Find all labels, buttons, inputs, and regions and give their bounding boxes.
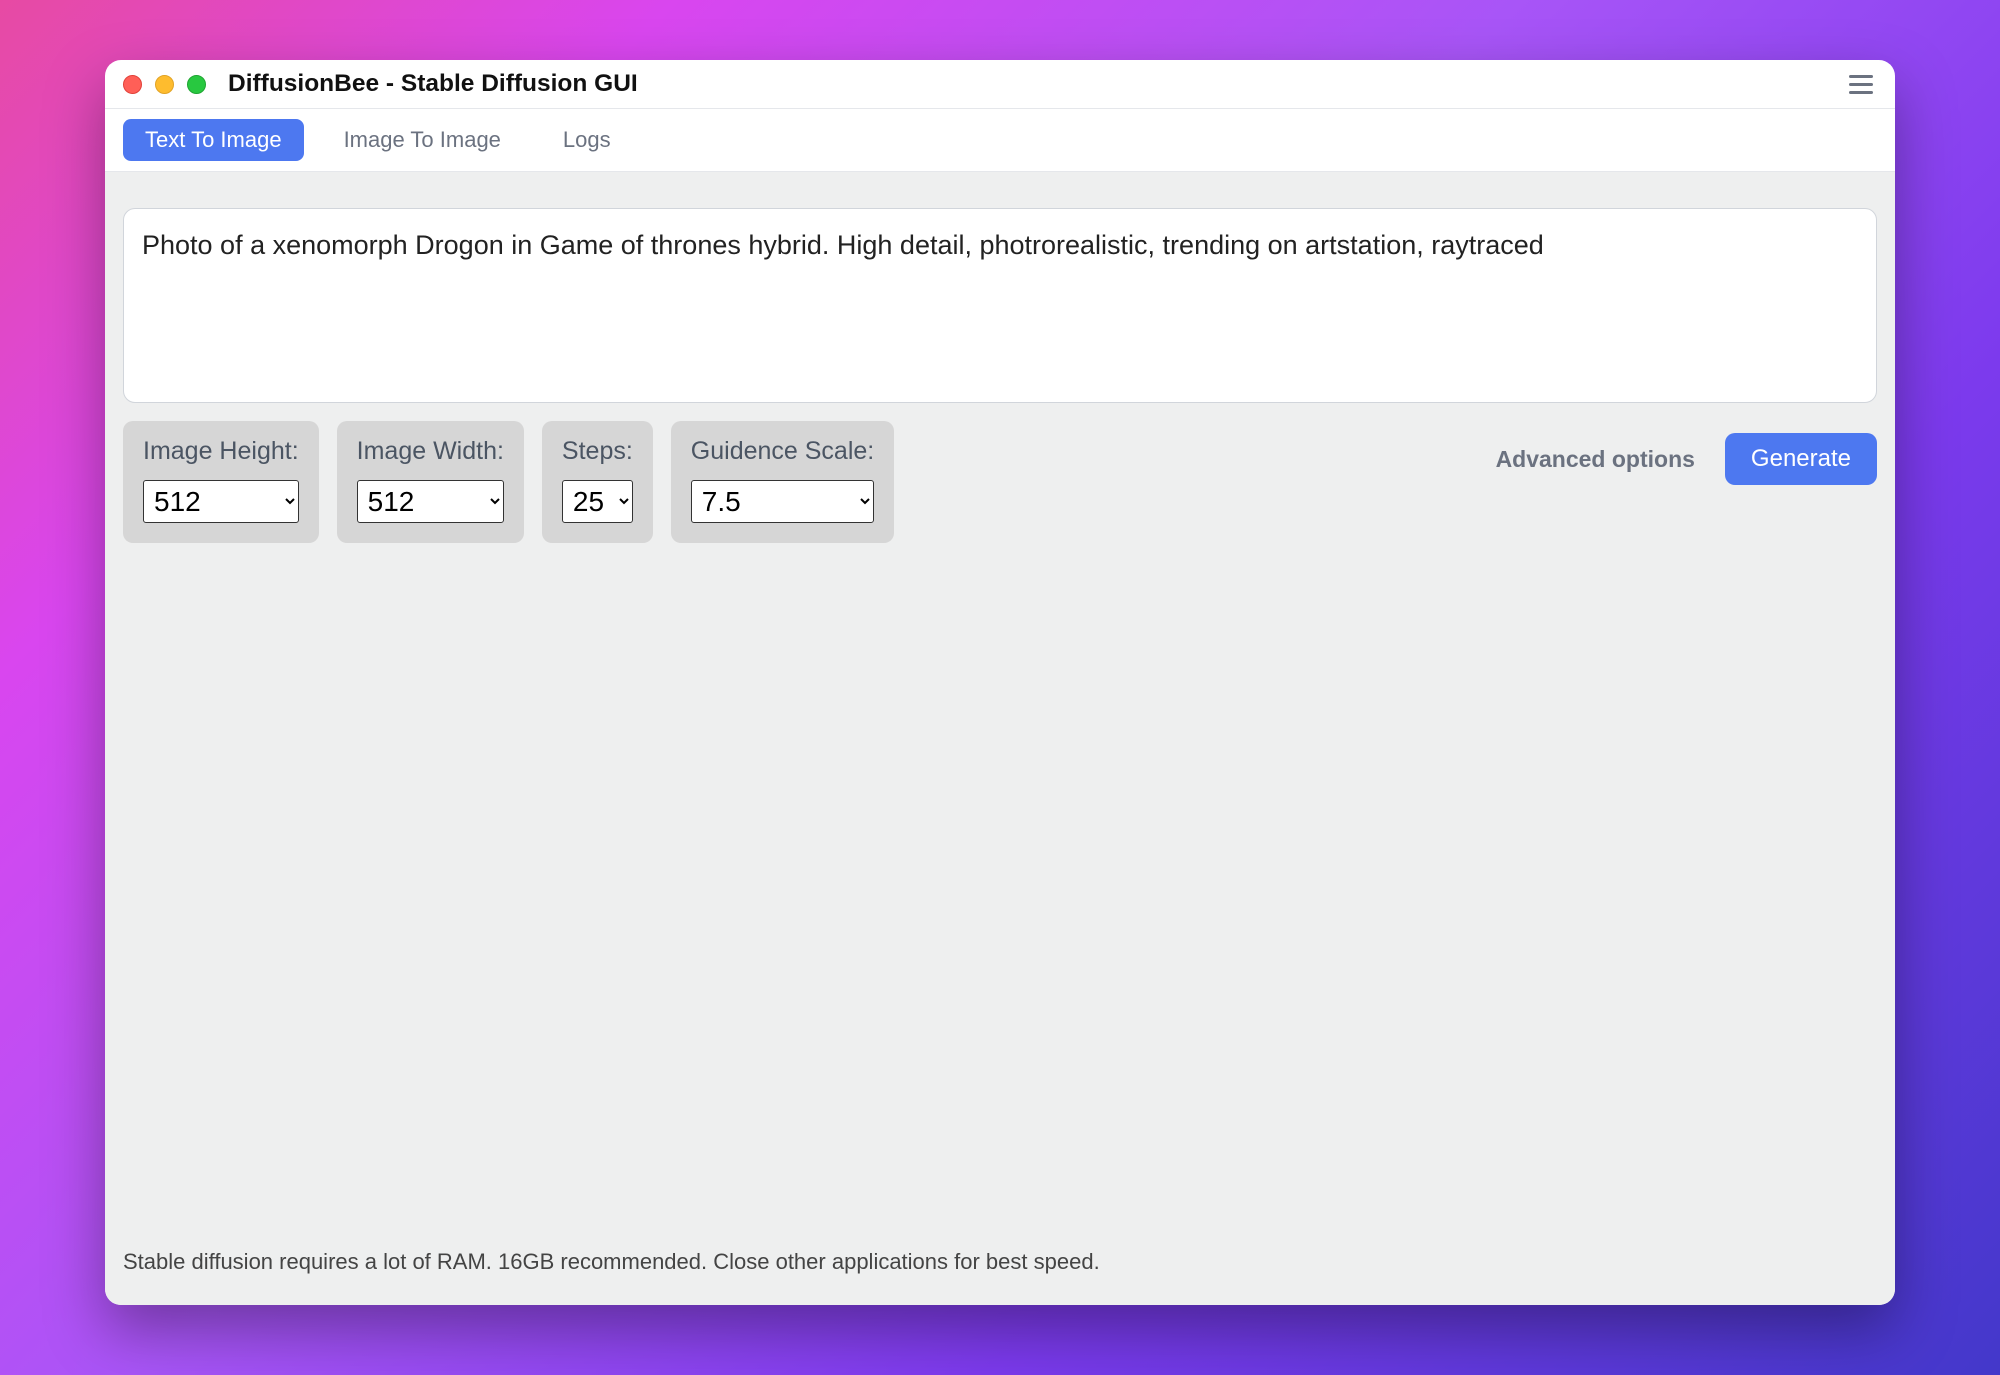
tab-image-to-image[interactable]: Image To Image	[322, 119, 523, 161]
minimize-icon[interactable]	[155, 75, 174, 94]
close-icon[interactable]	[123, 75, 142, 94]
footer-note: Stable diffusion requires a lot of RAM. …	[123, 1224, 1877, 1305]
select-height[interactable]: 512	[143, 480, 299, 523]
controls-row: Image Height: 512 Image Width: 512 Steps…	[123, 421, 1877, 543]
main-panel: Image Height: 512 Image Width: 512 Steps…	[105, 172, 1895, 1305]
select-guidance[interactable]: 7.5	[691, 480, 874, 523]
prompt-input[interactable]	[123, 208, 1877, 403]
tab-text-to-image[interactable]: Text To Image	[123, 119, 304, 161]
option-width: Image Width: 512	[337, 421, 524, 543]
option-steps-label: Steps:	[562, 437, 633, 466]
tab-logs[interactable]: Logs	[541, 119, 633, 161]
generate-button[interactable]: Generate	[1725, 433, 1877, 485]
menu-icon[interactable]	[1845, 71, 1877, 98]
window-title: DiffusionBee - Stable Diffusion GUI	[228, 70, 638, 98]
controls-right: Advanced options Generate	[1496, 421, 1877, 485]
select-width[interactable]: 512	[357, 480, 504, 523]
option-guidance-label: Guidence Scale:	[691, 437, 874, 466]
window-controls	[123, 75, 206, 94]
app-window: DiffusionBee - Stable Diffusion GUI Text…	[105, 60, 1895, 1305]
advanced-options-link[interactable]: Advanced options	[1496, 446, 1695, 473]
titlebar: DiffusionBee - Stable Diffusion GUI	[105, 60, 1895, 109]
fullscreen-icon[interactable]	[187, 75, 206, 94]
option-steps: Steps: 25	[542, 421, 653, 543]
option-guidance: Guidence Scale: 7.5	[671, 421, 894, 543]
option-height-label: Image Height:	[143, 437, 299, 466]
tabbar: Text To Image Image To Image Logs	[105, 109, 1895, 172]
option-width-label: Image Width:	[357, 437, 504, 466]
select-steps[interactable]: 25	[562, 480, 633, 523]
option-height: Image Height: 512	[123, 421, 319, 543]
